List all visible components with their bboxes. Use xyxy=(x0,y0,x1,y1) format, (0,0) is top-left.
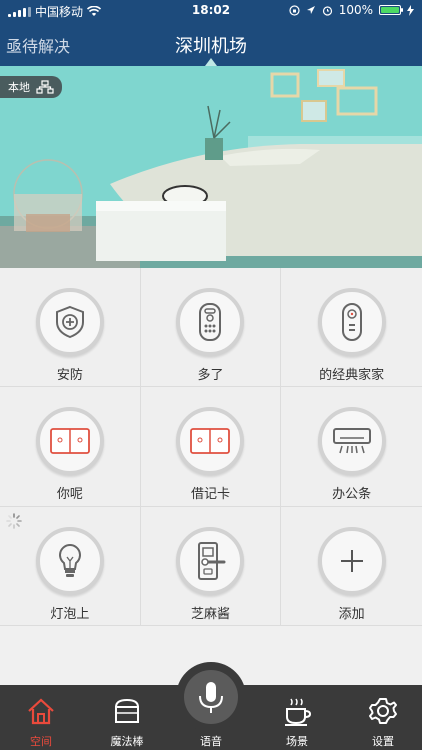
device-label: 多了 xyxy=(197,368,224,383)
navigation-bar: 亟待解决 深圳机场 xyxy=(0,22,422,66)
device-button[interactable] xyxy=(35,407,104,476)
device-tile[interactable]: 的经典家家 xyxy=(281,268,422,388)
local-badge[interactable]: 本地 xyxy=(0,76,62,98)
charging-icon xyxy=(407,4,414,16)
device-tile[interactable]: 多了 xyxy=(140,268,282,388)
device-label: 的经典家家 xyxy=(319,368,385,383)
microphone-icon xyxy=(199,682,223,713)
smart-remote-icon xyxy=(341,303,362,341)
remote-control-icon xyxy=(199,303,222,341)
home-icon xyxy=(28,698,54,725)
device-label: 安防 xyxy=(56,368,83,383)
add-device-button[interactable] xyxy=(317,526,386,595)
gear-icon xyxy=(369,698,397,724)
device-tile[interactable]: 添加 xyxy=(281,507,422,626)
device-label: 芝麻酱 xyxy=(190,606,230,622)
store-icon xyxy=(115,698,139,723)
tab-magic-wand[interactable]: 魔法棒 xyxy=(92,685,162,750)
device-grid: 安防 多了 的经典家家 你呢 借记卡 办公条 灯泡上 芝麻酱 添加 xyxy=(0,268,422,626)
device-label: 你呢 xyxy=(56,487,83,503)
device-button[interactable] xyxy=(176,288,245,356)
device-button[interactable] xyxy=(317,288,386,356)
room-photo: 本地 xyxy=(0,66,422,268)
device-tile[interactable]: 灯泡上 xyxy=(0,506,141,626)
bedroom-illustration xyxy=(0,66,422,268)
device-button[interactable] xyxy=(35,288,104,356)
page-title[interactable]: 深圳机场 xyxy=(0,32,422,58)
tab-space[interactable]: 空间 xyxy=(6,685,76,750)
status-bar: 中国移动 18:02 100% xyxy=(0,0,422,22)
device-label: 借记卡 xyxy=(190,487,230,503)
shield-plus-icon xyxy=(55,305,84,339)
local-label: 本地 xyxy=(8,81,30,94)
orientation-lock-icon xyxy=(289,4,300,16)
voice-button-inner xyxy=(184,670,238,724)
device-label: 灯泡上 xyxy=(50,606,90,622)
double-switch-icon xyxy=(190,428,231,455)
device-tile[interactable]: 你呢 xyxy=(0,387,141,507)
device-tile[interactable]: 办公条 xyxy=(281,387,422,507)
coffee-cup-icon xyxy=(285,698,312,726)
tab-scene[interactable]: 场景 xyxy=(262,685,332,750)
battery-icon xyxy=(379,5,403,15)
tab-label: 空间 xyxy=(30,735,52,748)
location-icon xyxy=(306,6,315,14)
tab-label: 魔法棒 xyxy=(110,735,144,748)
device-label: 添加 xyxy=(338,606,365,622)
device-tile[interactable]: 安防 xyxy=(0,268,141,388)
air-conditioner-icon xyxy=(332,428,371,454)
device-button[interactable] xyxy=(176,407,245,476)
tab-label: 设置 xyxy=(372,735,394,748)
device-tile[interactable]: 借记卡 xyxy=(140,387,282,507)
tab-label: 场景 xyxy=(286,735,308,748)
network-icon xyxy=(36,80,54,94)
alarm-icon xyxy=(322,5,332,16)
device-button[interactable] xyxy=(317,407,386,476)
battery-percent: 100% xyxy=(338,3,373,17)
device-label: 办公条 xyxy=(332,487,372,503)
double-switch-icon xyxy=(49,428,90,455)
tab-settings[interactable]: 设置 xyxy=(348,685,418,750)
loading-spinner-icon xyxy=(6,512,22,529)
device-button[interactable] xyxy=(176,526,245,595)
voice-button[interactable] xyxy=(176,662,246,732)
add-icon xyxy=(340,549,363,572)
tab-label: 语音 xyxy=(200,735,222,748)
light-bulb-icon xyxy=(58,543,81,577)
title-pointer xyxy=(205,58,217,66)
door-lock-icon xyxy=(198,541,226,580)
device-button[interactable] xyxy=(35,526,104,595)
device-tile[interactable]: 芝麻酱 xyxy=(140,506,282,626)
